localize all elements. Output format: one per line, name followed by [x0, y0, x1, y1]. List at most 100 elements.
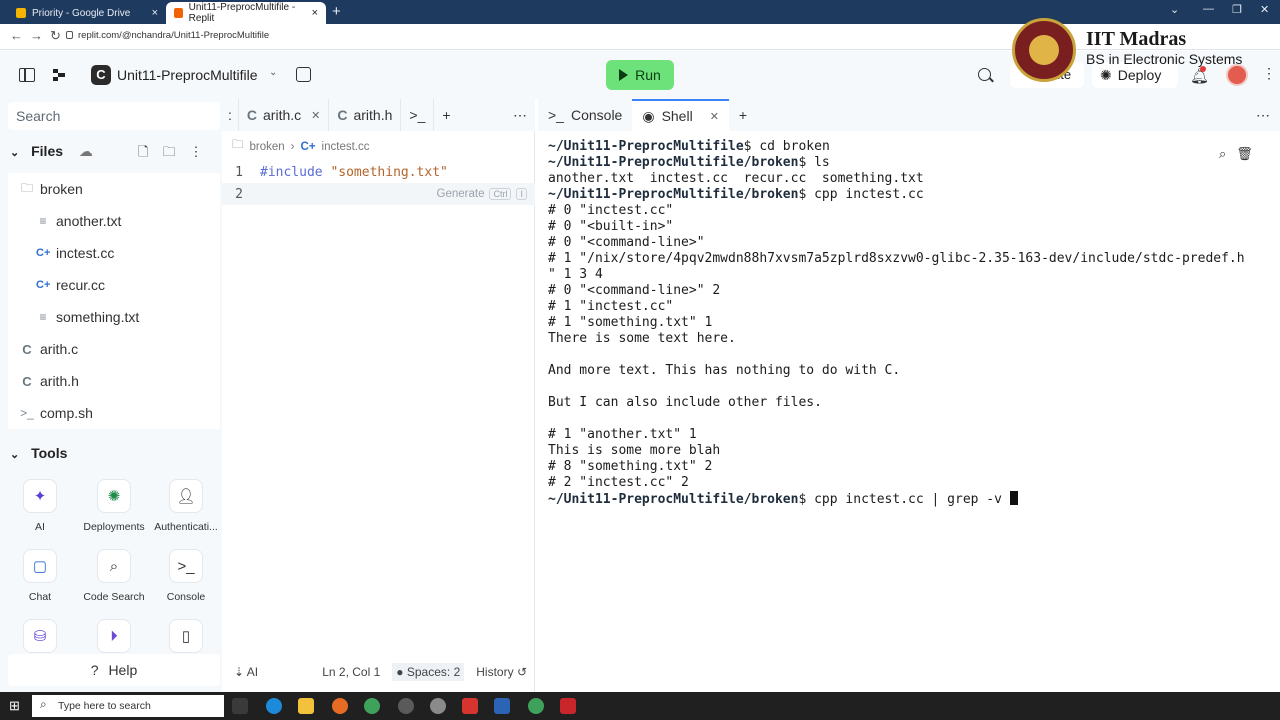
iit-madras-seal-logo — [1012, 18, 1076, 82]
terminal-line: # 0 "<command-line>" — [548, 235, 1268, 251]
browser-tab-google-drive[interactable]: Priority - Google Drive × — [8, 2, 166, 24]
new-folder-icon[interactable]: 🗀 — [162, 144, 189, 159]
breadcrumb-file[interactable]: inctest.cc — [322, 141, 370, 153]
replit-logo-icon[interactable] — [52, 68, 68, 82]
tools-section-header[interactable]: ⌄ Tools — [10, 445, 67, 461]
app-icon[interactable] — [560, 698, 576, 714]
tool-label: Code Search — [83, 591, 145, 603]
chrome-icon[interactable] — [364, 698, 380, 714]
shell-prompt: ~/Unit11-PreprocMultifile — [548, 139, 744, 154]
generate-hint[interactable]: Generate Ctrl I — [437, 188, 527, 200]
files-section-header[interactable]: ⌄ Files ☁ — [10, 143, 93, 160]
tab-console[interactable]: >_ Console — [538, 99, 632, 131]
code-line[interactable]: 1 #include "something.txt" — [222, 161, 535, 183]
help-button[interactable]: ? Help — [8, 654, 220, 686]
ai-status[interactable]: ⇣ AI — [234, 665, 258, 679]
more-options-icon[interactable]: ⋯ — [1246, 99, 1280, 131]
task-view-icon[interactable] — [232, 698, 248, 714]
tree-item-another-txt[interactable]: ≡ another.txt — [8, 205, 220, 237]
file-explorer-icon[interactable] — [298, 698, 314, 714]
code-line[interactable]: 2 Generate Ctrl I — [222, 183, 535, 205]
cpp-file-icon: C+ — [36, 279, 51, 291]
tab-shell[interactable]: ◉ Shell ✕ — [632, 99, 729, 131]
reload-icon[interactable]: ↻ — [50, 28, 61, 44]
tool-ai[interactable]: ✦ AI — [5, 479, 75, 533]
more-options-icon[interactable]: ⋮ — [1262, 65, 1276, 82]
tree-item-inctest-cc[interactable]: C+ inctest.cc — [8, 237, 220, 269]
book-icon: ▯ — [169, 619, 203, 653]
more-options-icon[interactable]: ⋯ — [505, 99, 535, 131]
close-tab-icon[interactable]: × — [152, 7, 158, 19]
app-icon[interactable] — [430, 698, 446, 714]
tool-authentication[interactable]: 👤︎ Authenticati... — [151, 479, 221, 533]
sidebar-toggle-icon[interactable] — [19, 68, 35, 82]
url-field[interactable]: replit.com/@nchandra/Unit11-PreprocMulti… — [78, 30, 269, 41]
app-icon[interactable] — [398, 698, 414, 714]
forward-icon[interactable]: → — [30, 28, 43, 43]
user-avatar[interactable] — [1226, 64, 1248, 86]
tab-overflow-left[interactable]: : — [222, 99, 239, 131]
tab-shell-partial[interactable]: >_ — [401, 99, 435, 131]
breadcrumb-folder[interactable]: broken — [250, 141, 285, 153]
terminal-text: # 1 "inctest.cc" — [548, 299, 674, 314]
indent-setting[interactable]: ● Spaces: 2 — [392, 663, 465, 681]
close-tab-icon[interactable]: × — [312, 7, 318, 19]
tree-item-label: arith.c — [40, 341, 79, 357]
chevron-left-icon: : — [228, 107, 232, 123]
close-icon[interactable]: ✕ — [311, 109, 320, 122]
tree-item-broken[interactable]: 🗀 broken — [8, 173, 220, 205]
file-search-input[interactable]: Search — [8, 102, 220, 130]
tab-label: Console — [570, 107, 623, 123]
app-icon[interactable] — [462, 698, 478, 714]
project-name[interactable]: Unit11-PreprocMultifile — [117, 67, 258, 83]
tree-item-something-txt[interactable]: ≡ something.txt — [8, 301, 220, 333]
tree-item-label: arith.h — [40, 373, 79, 389]
terminal-output[interactable]: ~/Unit11-PreprocMultifile$ cd broken ~/Un… — [548, 139, 1268, 507]
firefox-icon[interactable] — [332, 698, 348, 714]
tree-item-recur-cc[interactable]: C+ recur.cc — [8, 269, 220, 301]
chrome-icon[interactable] — [528, 698, 544, 714]
tree-item-arith-h[interactable]: C arith.h — [8, 365, 220, 397]
tool-console[interactable]: >_ Console — [151, 549, 221, 603]
shell-pane: >_ Console ◉ Shell ✕ + ⋯ ⌕🗑︎ ~/Unit11-Pr… — [538, 99, 1280, 692]
history-button[interactable]: History ↺ — [476, 665, 527, 679]
tool-deployments[interactable]: ✺ Deployments — [79, 479, 149, 533]
minimize-icon[interactable]: — — [1203, 3, 1214, 15]
maximize-icon[interactable]: ❐ — [1232, 3, 1242, 16]
new-file-icon[interactable]: 🗋 — [138, 144, 162, 159]
terminal-cursor — [1009, 491, 1018, 505]
cursor-position[interactable]: Ln 2, Col 1 — [322, 665, 380, 679]
new-tab-button[interactable]: + — [332, 3, 341, 20]
tab-arith-c[interactable]: C arith.c ✕ — [239, 99, 330, 131]
add-tab-button[interactable]: + — [434, 99, 458, 131]
word-icon[interactable] — [494, 698, 510, 714]
tree-item-comp-sh[interactable]: >_ comp.sh — [8, 397, 220, 429]
add-tab-button[interactable]: + — [729, 99, 757, 131]
search-icon[interactable] — [978, 68, 991, 81]
close-icon[interactable]: ✕ — [710, 110, 719, 123]
tree-item-arith-c[interactable]: C arith.c — [8, 333, 220, 365]
tab-search-icon[interactable]: ⌄ — [1170, 3, 1179, 16]
tab-arith-h[interactable]: C arith.h — [329, 99, 402, 131]
chevron-down-icon[interactable]: ⌄ — [269, 67, 277, 78]
edge-icon[interactable] — [266, 698, 282, 714]
close-window-icon[interactable]: ✕ — [1260, 3, 1269, 16]
windows-start-icon[interactable]: ⊞ — [9, 698, 20, 714]
more-options-icon[interactable]: ⋮ — [189, 144, 216, 159]
tool-chat[interactable]: ▢ Chat — [5, 549, 75, 603]
tool-code-search[interactable]: ⌕ Code Search — [79, 549, 149, 603]
project-info-icon[interactable] — [296, 67, 311, 82]
taskbar-search-input[interactable]: Type here to search — [32, 695, 224, 717]
terminal-line: another.txt inctest.cc recur.cc somethin… — [548, 171, 1268, 187]
browser-tab-replit[interactable]: Unit11-PreprocMultifile - Replit × — [166, 2, 326, 24]
taskbar: ⊞ Type here to search ⌕ — [0, 692, 1280, 720]
project-avatar-icon[interactable]: C — [91, 65, 111, 85]
editor-tab-label: arith.h — [353, 107, 393, 123]
run-button[interactable]: Run — [606, 60, 674, 90]
folder-icon: 🗀 — [232, 139, 244, 151]
back-icon[interactable]: ← — [10, 28, 23, 43]
code-area[interactable]: 1 #include "something.txt" 2 Generate Ct… — [222, 161, 535, 205]
file-actions: 🗋🗀⋮ — [138, 143, 216, 165]
chevron-down-icon: ⌄ — [10, 147, 20, 159]
